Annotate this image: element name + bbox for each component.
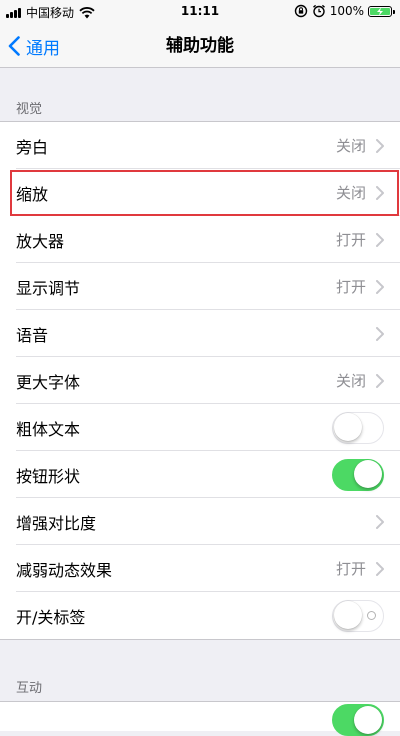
battery-charging-icon xyxy=(368,5,395,17)
row-value: 关闭 xyxy=(335,184,366,202)
chevron-right-icon xyxy=(376,561,384,576)
row-label: 增强对比度 xyxy=(16,513,97,533)
bold-text-toggle[interactable] xyxy=(332,411,384,444)
chevron-right-icon xyxy=(376,279,384,294)
chevron-right-icon xyxy=(376,138,384,153)
row-value: 打开 xyxy=(335,560,366,578)
on-off-labels-toggle[interactable] xyxy=(332,599,384,632)
row-on-off-labels: 开/关标签 xyxy=(0,592,400,639)
row-value: 关闭 xyxy=(335,372,366,390)
chevron-right-icon xyxy=(376,326,384,341)
section-header-interaction: 互动 xyxy=(16,681,43,696)
chevron-right-icon xyxy=(376,232,384,247)
status-bar-right: 100% xyxy=(294,4,395,18)
navigation-bar: 通用 辅助功能 xyxy=(0,24,400,68)
vision-settings-group: 旁白 关闭 缩放 关闭 放大器 打开 显示调节 打开 语音 更大字体 关闭 粗体… xyxy=(0,121,400,640)
interaction-toggle[interactable] xyxy=(332,704,384,736)
row-label: 按钮形状 xyxy=(16,466,81,486)
status-bar: 中国移动 11:11 100% xyxy=(0,0,400,24)
row-label: 显示调节 xyxy=(16,278,81,298)
battery-percent: 100% xyxy=(329,4,364,18)
row-label: 减弱动态效果 xyxy=(16,560,113,580)
row-larger-text[interactable]: 更大字体 关闭 xyxy=(0,357,400,404)
row-magnifier[interactable]: 放大器 打开 xyxy=(0,216,400,263)
row-label: 粗体文本 xyxy=(16,419,81,439)
row-label: 开/关标签 xyxy=(16,607,86,627)
rotation-lock-icon xyxy=(294,4,307,18)
row-label: 放大器 xyxy=(16,231,65,251)
row-value: 关闭 xyxy=(335,137,366,155)
chevron-right-icon xyxy=(376,373,384,388)
section-header-vision: 视觉 xyxy=(16,102,43,117)
row-button-shapes: 按钮形状 xyxy=(0,451,400,498)
button-shapes-toggle[interactable] xyxy=(332,458,384,491)
row-label: 更大字体 xyxy=(16,372,81,392)
row-bold-text: 粗体文本 xyxy=(0,404,400,451)
row-display-accommodations[interactable]: 显示调节 打开 xyxy=(0,263,400,310)
page-title: 辅助功能 xyxy=(166,36,234,56)
row-label: 旁白 xyxy=(16,137,49,157)
row-value: 打开 xyxy=(335,231,366,249)
row-speech[interactable]: 语音 xyxy=(0,310,400,357)
off-label-icon xyxy=(367,610,376,620)
row-voiceover[interactable]: 旁白 关闭 xyxy=(0,122,400,169)
row-increase-contrast[interactable]: 增强对比度 xyxy=(0,498,400,545)
chevron-right-icon xyxy=(376,185,384,200)
row-reduce-motion[interactable]: 减弱动态效果 打开 xyxy=(0,545,400,592)
chevron-right-icon xyxy=(376,514,384,529)
row-label: 缩放 xyxy=(16,184,49,204)
alarm-icon xyxy=(312,4,325,18)
row-label: 语音 xyxy=(16,325,49,345)
row-value: 打开 xyxy=(335,278,366,296)
interaction-settings-group xyxy=(0,701,400,736)
row-zoom[interactable]: 缩放 关闭 xyxy=(0,169,400,216)
